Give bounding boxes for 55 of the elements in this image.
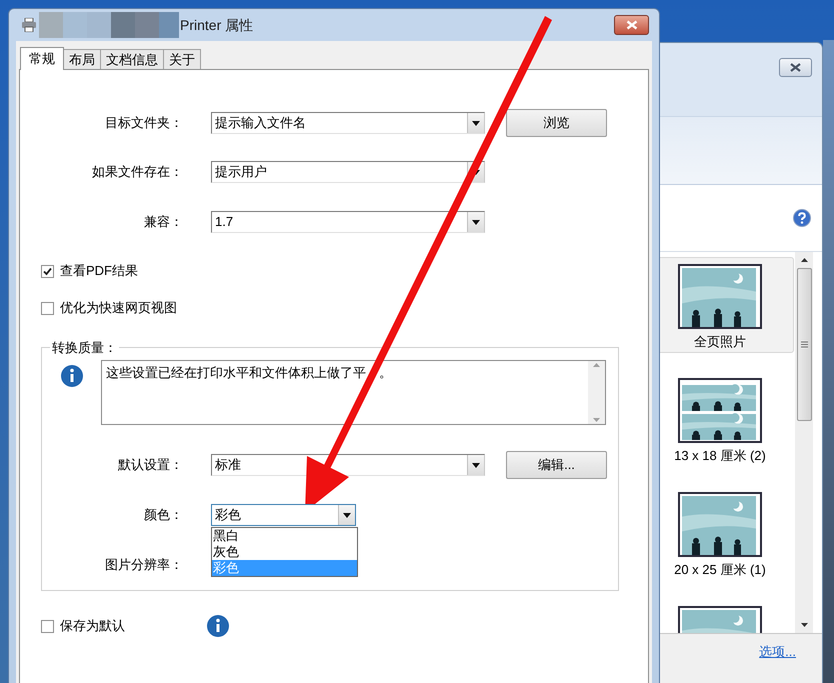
field-label: 颜色：: [143, 506, 183, 524]
info-icon: [207, 615, 229, 637]
tab[interactable]: 文档信息: [100, 49, 164, 69]
scrollbar[interactable]: [795, 252, 813, 633]
close-button[interactable]: [779, 58, 812, 77]
dropdown-button[interactable]: [467, 455, 484, 475]
checkbox[interactable]: [41, 620, 54, 632]
window-title: Printer 属性: [180, 16, 254, 34]
layout-option[interactable]: 13 x 18 厘米 (2): [646, 371, 794, 467]
info-icon: [61, 365, 83, 387]
punctuation-mark: 。: [379, 364, 392, 382]
dropdown-button[interactable]: [467, 212, 484, 232]
tab[interactable]: 关于: [163, 49, 201, 69]
layout-label: 13 x 18 厘米 (2): [674, 447, 766, 465]
browse-button[interactable]: 浏览: [506, 109, 607, 137]
edit-button[interactable]: 编辑...: [506, 451, 607, 479]
dropdown-option[interactable]: 灰色: [212, 544, 357, 560]
close-button[interactable]: [614, 15, 649, 35]
field-label: 目标文件夹：: [104, 114, 183, 132]
dropdown-option[interactable]: 黑白: [212, 528, 357, 544]
description-text: 这些设置已经在打印水平和文件体积上做了平: [106, 364, 366, 382]
dropdown-field[interactable]: 提示输入文件名: [211, 112, 485, 134]
dropdown-field[interactable]: 提示用户: [211, 161, 485, 183]
field-label: 默认设置：: [117, 456, 183, 474]
checkbox-label: 优化为快速网页视图: [60, 299, 177, 318]
dropdown-button[interactable]: [338, 505, 355, 525]
layout-label: 全页照片: [694, 333, 746, 351]
close-icon: [626, 20, 638, 30]
tab[interactable]: 布局: [63, 49, 101, 69]
tab[interactable]: 常规: [20, 47, 64, 70]
scrollbar-thumb[interactable]: [796, 268, 812, 421]
field-label: 如果文件存在：: [91, 163, 183, 182]
check-icon: [43, 266, 52, 276]
dropdown-field[interactable]: 标准: [211, 454, 485, 476]
options-link[interactable]: 选项...: [759, 642, 796, 660]
printer-icon: [21, 18, 37, 32]
layout-option[interactable]: 20 x 25 厘米 (1): [646, 485, 794, 581]
dropdown-field[interactable]: 彩色: [211, 504, 356, 526]
checkbox-label: 查看PDF结果: [60, 262, 138, 280]
dropdown-button[interactable]: [467, 113, 484, 133]
checkbox[interactable]: [41, 302, 54, 314]
grip-icon: [800, 341, 808, 348]
field-label: 兼容：: [143, 213, 183, 232]
caret-icon: [472, 220, 480, 224]
caret-icon: [343, 512, 351, 518]
field-label: 图片分辨率：: [104, 556, 183, 574]
caret-icon: [472, 462, 480, 468]
help-icon[interactable]: [793, 209, 811, 227]
close-icon: [790, 63, 801, 72]
dropdown-field[interactable]: 1.7: [211, 211, 485, 233]
layout-label: 20 x 25 厘米 (1): [674, 561, 766, 579]
caret-icon: [472, 120, 480, 126]
checkbox-label: 保存为默认: [60, 617, 125, 636]
text-area[interactable]: 这些设置已经在打印水平和文件体积上做了平 。: [101, 360, 606, 425]
checkbox[interactable]: [41, 264, 54, 278]
